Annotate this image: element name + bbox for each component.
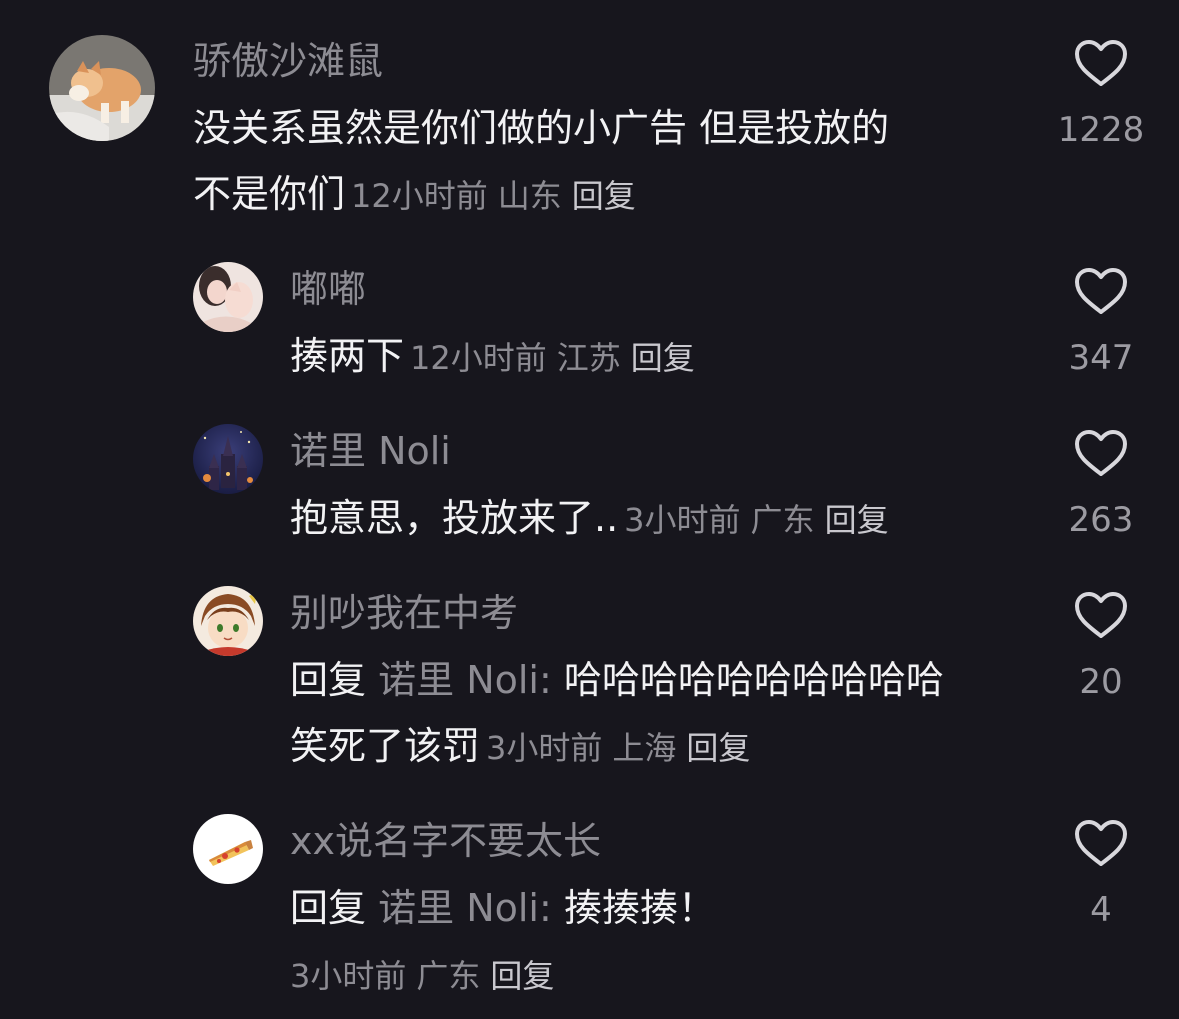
comment-text-line-wrap: 回复 诺里 Noli: 揍揍揍！ [290,875,716,941]
comment-time: 3小时前 [290,957,407,995]
comment-text: 回复 诺里 Noli: 揍揍揍！ 3小时前 广东 回复 [290,875,716,1009]
comment-username[interactable]: xx说名字不要太长 [290,818,601,864]
comment-meta-line: 3小时前 广东 回复 [290,941,716,1009]
comment-location: 广东 [416,957,481,995]
comment-item: xx说名字不要太长 回复 诺里 Noli: 揍揍揍！ 3小时前 广东 回复 4 [0,0,1179,1019]
reply-prefix: 回复 [290,886,367,930]
avatar[interactable] [193,814,263,884]
comment-text-line: 揍揍揍！ [563,886,716,930]
reply-button[interactable]: 回复 [490,957,554,995]
heart-icon [1075,820,1127,866]
comment-meta: 3小时前 广东 回复 [290,957,564,995]
reply-target-user[interactable]: 诺里 Noli: [378,886,552,930]
pizza-avatar-icon [193,814,263,884]
like-button[interactable]: 4 [1056,820,1146,930]
like-count: 4 [1090,890,1112,930]
